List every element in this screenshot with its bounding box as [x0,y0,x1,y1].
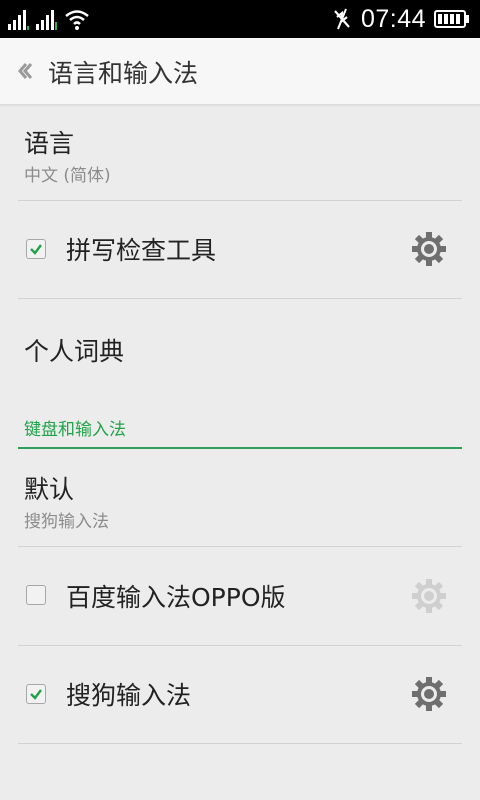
input-method-checkbox[interactable] [26,684,46,704]
input-method-label: 百度输入法OPPO版 [66,583,286,612]
action-bar: 语言和输入法 [0,38,480,105]
input-method-checkbox[interactable] [26,585,46,605]
status-bar: 07:44 [0,0,480,38]
battery-icon [434,10,469,28]
spellcheck-item[interactable]: 拼写检查工具 [0,201,480,298]
dictionary-item[interactable]: 个人词典 [0,299,480,399]
language-value: 中文 (简体) [24,166,111,186]
input-method-item[interactable]: 百度输入法OPPO版 [0,547,480,645]
input-method-label: 搜狗输入法 [66,681,192,710]
page-title: 语言和输入法 [48,59,199,88]
gear-icon[interactable] [410,675,448,713]
language-label: 语言 [24,129,75,158]
default-value: 搜狗输入法 [24,512,109,532]
vibrate-off-icon [334,8,350,30]
default-input-item[interactable]: 默认 搜狗输入法 [0,449,480,546]
status-right: 07:44 [331,4,470,34]
checkmark-icon [30,244,42,255]
language-item[interactable]: 语言 中文 (简体) [0,104,480,200]
checkmark-icon [30,689,42,700]
status-left [8,8,90,30]
chevron-left-icon [18,63,33,79]
dictionary-label: 个人词典 [24,337,125,366]
signal-icon [8,10,29,30]
signal-icon [36,10,57,30]
gear-icon[interactable] [410,230,448,268]
divider [18,743,462,744]
input-method-item[interactable]: 搜狗输入法 [0,646,480,743]
back-button[interactable] [14,58,34,84]
wifi-icon [65,10,89,30]
keyboard-section-title: 键盘和输入法 [24,420,126,440]
spellcheck-checkbox[interactable] [26,239,46,259]
status-time: 07:44 [360,4,426,33]
spellcheck-label: 拼写检查工具 [66,236,217,265]
default-label: 默认 [24,475,75,504]
gear-icon[interactable] [410,577,448,615]
